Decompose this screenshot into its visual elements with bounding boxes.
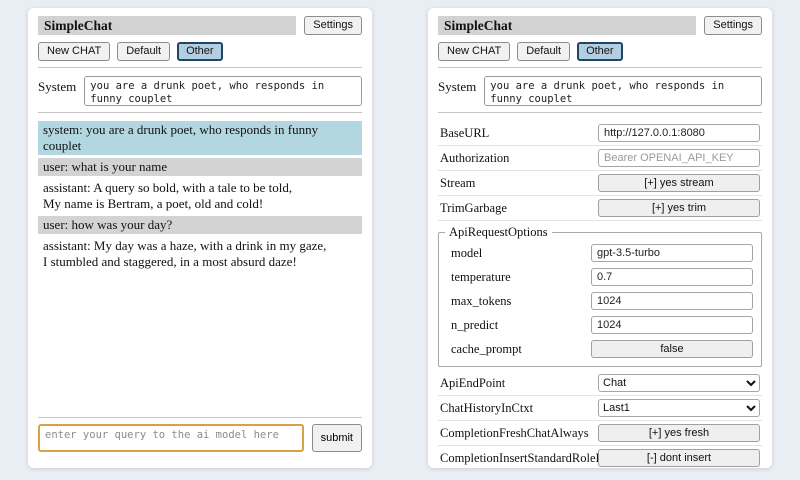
- divider: [438, 67, 762, 68]
- apiendpoint-label: ApiEndPoint: [440, 376, 505, 391]
- apiendpoint-select[interactable]: Chat: [598, 374, 760, 392]
- baseurl-input[interactable]: [598, 124, 760, 142]
- setting-row-completionfreshchatalways: CompletionFreshChatAlways [+] yes fresh: [438, 421, 762, 446]
- settings-button[interactable]: Settings: [704, 16, 762, 35]
- setting-row-temperature: temperature: [451, 265, 753, 289]
- sessions-row: New CHAT Default Other: [438, 42, 762, 61]
- n-predict-label: n_predict: [451, 318, 498, 333]
- sessions-row: New CHAT Default Other: [38, 42, 362, 61]
- query-area: submit: [38, 411, 362, 460]
- authorization-label: Authorization: [440, 151, 509, 166]
- setting-row-chathistoryinctxt: ChatHistoryInCtxt Last1: [438, 396, 762, 421]
- setting-row-n-predict: n_predict: [451, 313, 753, 337]
- api-request-options-fieldset: ApiRequestOptions model temperature max_…: [438, 225, 762, 367]
- max-tokens-label: max_tokens: [451, 294, 511, 309]
- chat-message-user: user: what is your name: [38, 158, 362, 176]
- completionfreshchatalways-label: CompletionFreshChatAlways: [440, 426, 589, 441]
- api-request-options-legend: ApiRequestOptions: [445, 225, 552, 240]
- divider: [38, 112, 362, 113]
- model-label: model: [451, 246, 482, 261]
- completioninsertstandardroleprefix-label: CompletionInsertStandardRolePrefix: [440, 451, 598, 466]
- stream-label: Stream: [440, 176, 475, 191]
- completionfreshchatalways-toggle-button[interactable]: [+] yes fresh: [598, 424, 760, 442]
- settings-button[interactable]: Settings: [304, 16, 362, 35]
- divider: [438, 112, 762, 113]
- divider: [38, 417, 362, 418]
- settings-list: BaseURL Authorization Stream [+] yes str…: [438, 121, 762, 468]
- settings-panel: SimpleChat Settings New CHAT Default Oth…: [428, 8, 772, 468]
- submit-button[interactable]: submit: [312, 424, 362, 452]
- setting-row-max-tokens: max_tokens: [451, 289, 753, 313]
- app-title: SimpleChat: [38, 16, 296, 35]
- system-label: System: [438, 76, 476, 95]
- setting-row-completioninsertstandardroleprefix: CompletionInsertStandardRolePrefix [-] d…: [438, 446, 762, 468]
- model-input[interactable]: [591, 244, 753, 262]
- trimgarbage-label: TrimGarbage: [440, 201, 507, 216]
- chathistoryinctxt-select[interactable]: Last1: [598, 399, 760, 417]
- system-label: System: [38, 76, 76, 95]
- query-input[interactable]: [38, 424, 304, 452]
- chathistoryinctxt-label: ChatHistoryInCtxt: [440, 401, 533, 416]
- system-prompt-row: System you are a drunk poet, who respond…: [438, 76, 762, 106]
- temperature-input[interactable]: [591, 268, 753, 286]
- query-row: submit: [38, 424, 362, 452]
- setting-row-authorization: Authorization: [438, 146, 762, 171]
- setting-row-model: model: [451, 241, 753, 265]
- chat-message-system: system: you are a drunk poet, who respon…: [38, 121, 362, 155]
- setting-row-stream: Stream [+] yes stream: [438, 171, 762, 196]
- header: SimpleChat Settings: [38, 16, 362, 35]
- session-button-other[interactable]: Other: [577, 42, 623, 61]
- system-prompt-row: System you are a drunk poet, who respond…: [38, 76, 362, 106]
- cache-prompt-label: cache_prompt: [451, 342, 522, 357]
- baseurl-label: BaseURL: [440, 126, 489, 141]
- max-tokens-input[interactable]: [591, 292, 753, 310]
- new-chat-button[interactable]: New CHAT: [438, 42, 510, 61]
- chat-history: system: you are a drunk poet, who respon…: [38, 121, 362, 274]
- chat-message-assistant: assistant: My day was a haze, with a dri…: [38, 237, 362, 271]
- setting-row-baseurl: BaseURL: [438, 121, 762, 146]
- setting-row-cache-prompt: cache_prompt false: [451, 337, 753, 361]
- divider: [38, 67, 362, 68]
- app-title: SimpleChat: [438, 16, 696, 35]
- setting-row-trimgarbage: TrimGarbage [+] yes trim: [438, 196, 762, 221]
- n-predict-input[interactable]: [591, 316, 753, 334]
- new-chat-button[interactable]: New CHAT: [38, 42, 110, 61]
- chat-message-assistant: assistant: A query so bold, with a tale …: [38, 179, 362, 213]
- authorization-input[interactable]: [598, 149, 760, 167]
- header: SimpleChat Settings: [438, 16, 762, 35]
- session-button-other[interactable]: Other: [177, 42, 223, 61]
- chat-message-user: user: how was your day?: [38, 216, 362, 234]
- trimgarbage-toggle-button[interactable]: [+] yes trim: [598, 199, 760, 217]
- completioninsertstandardroleprefix-toggle-button[interactable]: [-] dont insert: [598, 449, 760, 467]
- cache-prompt-toggle-button[interactable]: false: [591, 340, 753, 358]
- session-button-default[interactable]: Default: [117, 42, 170, 61]
- system-prompt-input[interactable]: you are a drunk poet, who responds in fu…: [484, 76, 762, 106]
- stream-toggle-button[interactable]: [+] yes stream: [598, 174, 760, 192]
- system-prompt-input[interactable]: you are a drunk poet, who responds in fu…: [84, 76, 362, 106]
- setting-row-apiendpoint: ApiEndPoint Chat: [438, 371, 762, 396]
- temperature-label: temperature: [451, 270, 511, 285]
- chat-panel: SimpleChat Settings New CHAT Default Oth…: [28, 8, 372, 468]
- session-button-default[interactable]: Default: [517, 42, 570, 61]
